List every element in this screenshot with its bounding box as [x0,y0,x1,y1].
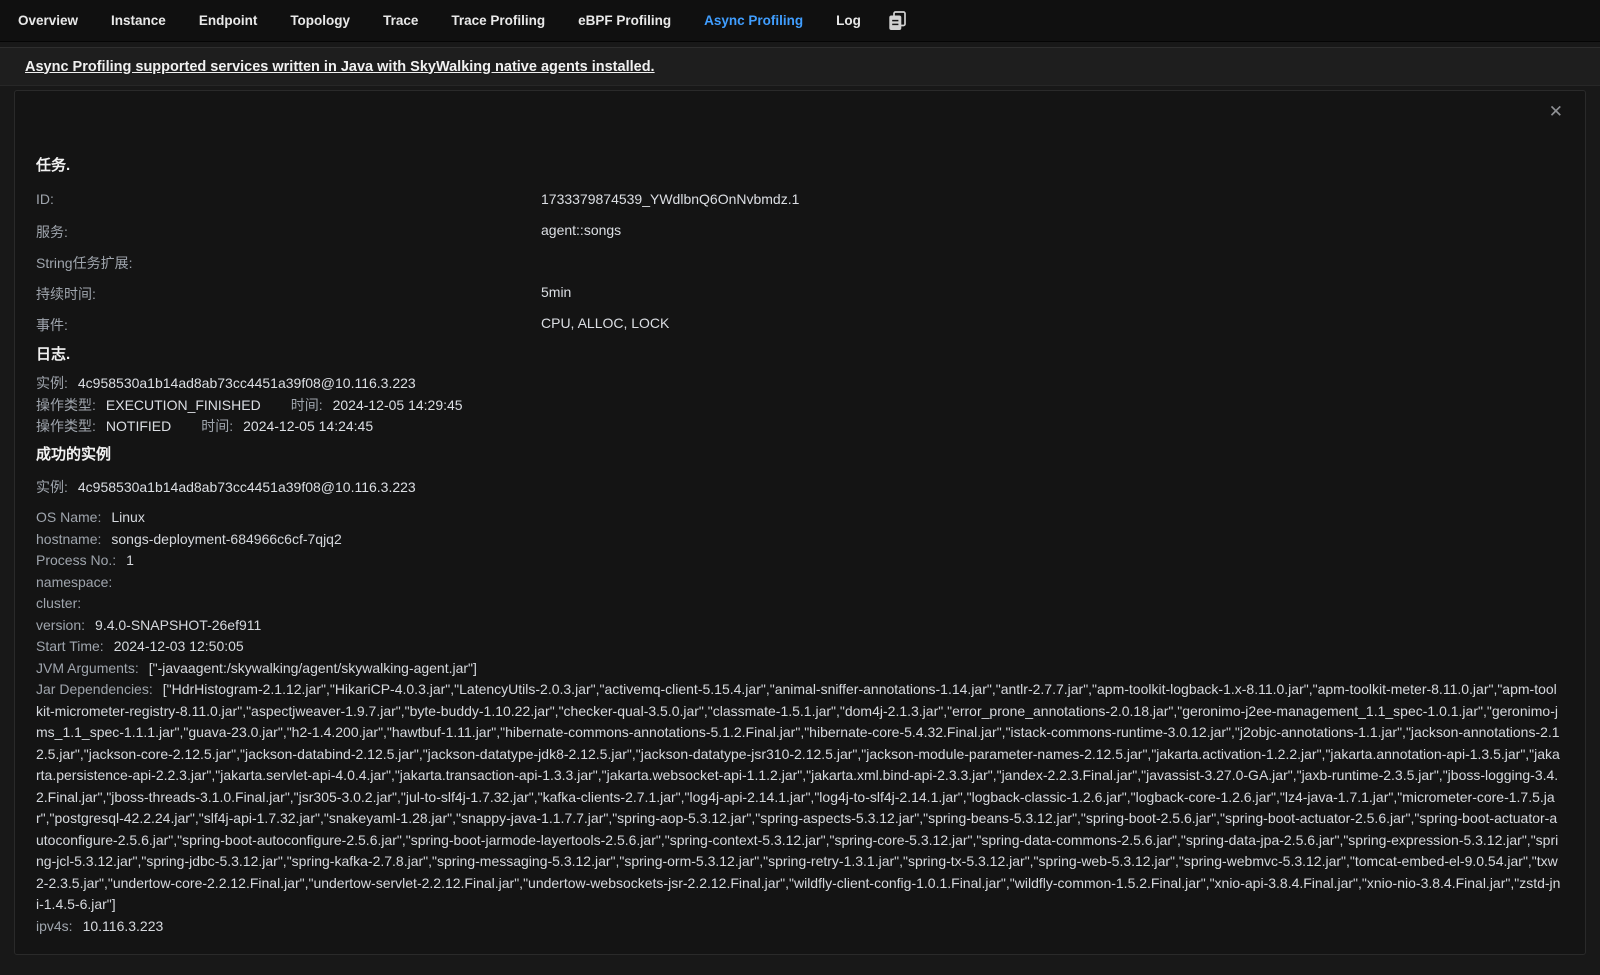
log-op-label: 操作类型: [36,418,96,434]
field-label-ext: String任务扩展: [36,253,541,270]
attr-label: cluster: [36,595,81,611]
attr-label: ipv4s: [36,918,73,934]
tab-overview[interactable]: Overview [18,0,78,42]
log-instance-value: 4c958530a1b14ad8ab73cc4451a39f08@10.116.… [78,375,416,391]
attr-value: 10.116.3.223 [83,918,164,934]
attr-process-no: Process No.: 1 [36,550,1561,572]
attr-label: Start Time: [36,638,104,654]
task-section-title: 任务. [36,157,1561,175]
success-section-title: 成功的实例 [36,446,1561,464]
logs-list: 实例: 4c958530a1b14ad8ab73cc4451a39f08@10.1… [36,373,1561,438]
field-value-service: agent::songs [541,222,621,239]
attr-jvm-arguments: JVM Arguments: ["-javaagent:/skywalking/a… [36,658,1561,680]
attr-value: 2024-12-03 12:50:05 [114,638,244,654]
field-value-id: 1733379874539_YWdlbnQ6OnNvbmdz.1 [541,191,799,208]
async-profiling-docs-link[interactable]: Async Profiling supported services writt… [25,59,655,75]
attr-value: Linux [111,509,144,525]
attr-value: ["-javaagent:/skywalking/agent/skywalkin… [149,660,477,676]
attr-hostname: hostname: songs-deployment-684966c6cf-7qj… [36,529,1561,551]
task-detail-panel: ✕ 任务. ID: 1733379874539_YWdlbnQ6OnNvbmdz… [14,90,1586,955]
tab-async-profiling[interactable]: Async Profiling [704,0,803,42]
attr-start-time: Start Time: 2024-12-03 12:50:05 [36,636,1561,658]
attr-namespace: namespace: [36,572,1561,594]
attr-value: songs-deployment-684966c6cf-7qjq2 [111,531,341,547]
field-row-events: 事件: CPU, ALLOC, LOCK [36,315,1561,332]
log-op-value: EXECUTION_FINISHED [106,397,261,413]
tab-trace[interactable]: Trace [383,0,418,42]
attr-label: Process No.: [36,552,116,568]
attr-label: hostname: [36,531,101,547]
field-row-service: 服务: agent::songs [36,222,1561,239]
log-op-label: 操作类型: [36,397,96,413]
field-label-events: 事件: [36,315,541,332]
attr-ipv4s: ipv4s: 10.116.3.223 [36,916,1561,938]
log-instance-line: 实例: 4c958530a1b14ad8ab73cc4451a39f08@10.1… [36,373,1561,395]
tab-instance[interactable]: Instance [111,0,166,42]
attr-label: namespace: [36,574,112,590]
tab-topology[interactable]: Topology [290,0,350,42]
field-row-duration: 持续时间: 5min [36,284,1561,301]
tab-ebpf-profiling[interactable]: eBPF Profiling [578,0,671,42]
field-value-events: CPU, ALLOC, LOCK [541,315,669,332]
log-time-label: 时间: [201,418,233,434]
log-instance-label: 实例: [36,375,68,391]
log-time-value: 2024-12-05 14:29:45 [333,397,463,413]
field-row-id: ID: 1733379874539_YWdlbnQ6OnNvbmdz.1 [36,191,1561,208]
success-instance-value: 4c958530a1b14ad8ab73cc4451a39f08@10.116.… [78,479,416,495]
banner: Async Profiling supported services writt… [0,47,1600,86]
attr-label: version: [36,617,85,633]
attr-jar-dependencies: Jar Dependencies:["HdrHistogram-2.1.12.j… [36,679,1561,916]
attr-label: Jar Dependencies: [36,681,153,697]
tab-trace-profiling[interactable]: Trace Profiling [451,0,545,42]
log-entry: 操作类型: EXECUTION_FINISHED 时间: 2024-12-05 14:… [36,395,1561,417]
log-entry: 操作类型: NOTIFIED 时间: 2024-12-05 14:24:45 [36,416,1561,438]
field-row-ext: String任务扩展: [36,253,1561,270]
attr-label: JVM Arguments: [36,660,139,676]
logs-section-title: 日志. [36,346,1561,364]
log-time-value: 2024-12-05 14:24:45 [243,418,373,434]
close-icon[interactable]: ✕ [1549,103,1563,120]
attr-value: 1 [126,552,134,568]
log-time-label: 时间: [291,397,323,413]
tab-log[interactable]: Log [836,0,861,42]
copy-icon[interactable] [888,10,907,31]
tab-endpoint[interactable]: Endpoint [199,0,257,42]
field-value-duration: 5min [541,284,571,301]
attr-value: ["HdrHistogram-2.1.12.jar","HikariCP-4.0… [36,681,1560,912]
attr-label: OS Name: [36,509,101,525]
field-label-id: ID: [36,191,541,208]
field-label-service: 服务: [36,222,541,239]
attr-value: 9.4.0-SNAPSHOT-26ef911 [95,617,261,633]
field-label-duration: 持续时间: [36,284,541,301]
log-op-value: NOTIFIED [106,418,171,434]
attr-os-name: OS Name: Linux [36,507,1561,529]
success-instance-label: 实例: [36,479,68,495]
top-nav: Overview Instance Endpoint Topology Trac… [0,0,1600,42]
instance-attributes: OS Name: Linux hostname: songs-deployment-… [36,507,1561,937]
success-instance-line: 实例: 4c958530a1b14ad8ab73cc4451a39f08@10.1… [36,477,1561,499]
attr-cluster: cluster: [36,593,1561,615]
task-fields: ID: 1733379874539_YWdlbnQ6OnNvbmdz.1 服务:… [36,191,1561,332]
attr-version: version: 9.4.0-SNAPSHOT-26ef911 [36,615,1561,637]
